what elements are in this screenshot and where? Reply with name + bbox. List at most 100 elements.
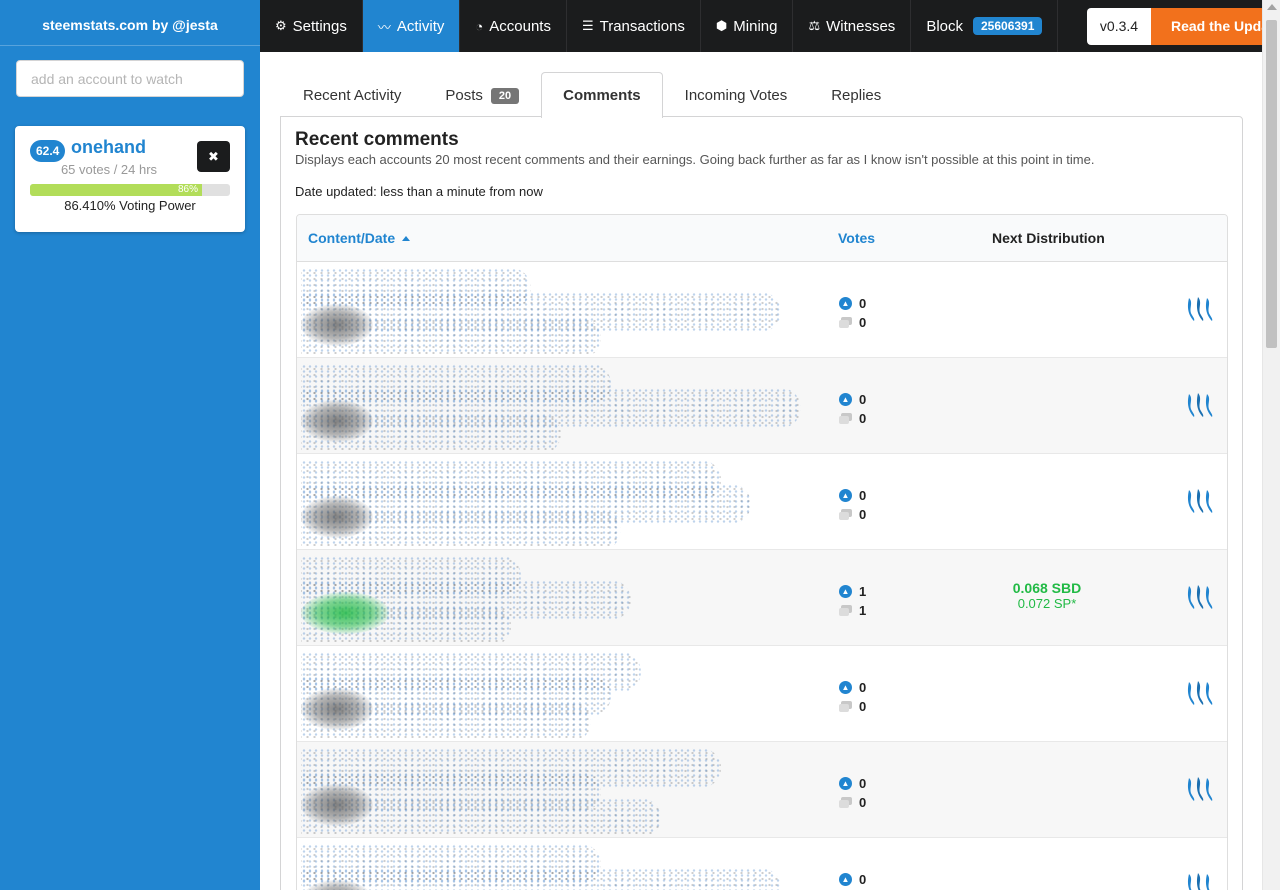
watch-account-input[interactable] [16, 60, 244, 97]
remove-account-button[interactable]: ✖ [197, 141, 230, 172]
feed-icon: 〰 [377, 19, 391, 35]
comments-table: Content/Date Votes Next Distribution ▲ 0 0… [296, 214, 1228, 890]
table-row[interactable]: ▲00 [297, 838, 1227, 890]
nav-label: Transactions [599, 17, 685, 35]
tab-label: Incoming Votes [684, 87, 788, 104]
nav-block[interactable]: Block 25606391 [911, 0, 1059, 52]
voting-power-text: 86.410% Voting Power [64, 198, 196, 213]
panel-description: Displays each accounts 20 most recent co… [295, 152, 1095, 167]
table-row[interactable]: ▲00 [297, 262, 1227, 358]
vote-count: 0 [859, 872, 867, 887]
votes-cell: ▲00 [839, 390, 866, 428]
tab-recent-activity[interactable]: Recent Activity [281, 72, 423, 117]
page-title: Recent comments [295, 129, 459, 150]
read-updates-button[interactable]: Read the Updates [1151, 8, 1262, 45]
votes-cell: ▲00 [839, 294, 866, 332]
vote-count: 0 [859, 680, 867, 695]
table-row[interactable]: ▲ 1 1 0.068 SBD 0.072 SP* [297, 550, 1227, 646]
redacted-content [301, 458, 816, 546]
vote-count: 0 [859, 392, 867, 407]
vote-count: 0 [859, 776, 867, 791]
steem-link-icon[interactable] [1186, 487, 1216, 515]
redacted-content [301, 266, 816, 354]
comment-count: 0 [859, 315, 867, 330]
table-row[interactable]: ▲00 [297, 454, 1227, 550]
steem-link-icon[interactable] [1186, 871, 1216, 890]
upvote-icon: ▲ [839, 489, 852, 502]
comments-icon [839, 509, 852, 520]
pie-chart-icon: ◔ [475, 18, 484, 34]
votes-column-header[interactable]: Votes [838, 215, 875, 262]
posts-count-badge: 20 [490, 88, 520, 104]
activity-tabs: Recent Activity Posts 20 Comments Incomin… [281, 72, 903, 118]
steem-link-icon[interactable] [1186, 583, 1216, 611]
payout-sbd: 0.068 SBD [1012, 580, 1082, 596]
comments-icon [839, 413, 852, 424]
comment-count: 0 [859, 699, 867, 714]
distribution-cell: 0.068 SBD 0.072 SP* [947, 580, 1147, 611]
redacted-avatar [301, 592, 389, 634]
redacted-avatar [301, 304, 373, 346]
tab-label: Comments [563, 87, 641, 104]
nav-transactions[interactable]: ☰ Transactions [567, 0, 701, 52]
redacted-avatar [301, 688, 373, 730]
page-scrollbar[interactable] [1262, 0, 1280, 890]
votes-cell: ▲ 1 1 [839, 582, 866, 620]
nav-accounts[interactable]: ◔ Accounts [460, 0, 567, 52]
redacted-content [301, 650, 816, 738]
tab-incoming-votes[interactable]: Incoming Votes [663, 72, 810, 117]
cube-icon: ⬢ [715, 18, 728, 33]
tab-label: Replies [831, 87, 882, 104]
brand-title[interactable]: steemstats.com by @jesta [0, 0, 260, 46]
tab-replies[interactable]: Replies [809, 72, 903, 117]
voting-power-fill: 86% [30, 184, 202, 196]
redacted-avatar [301, 496, 373, 538]
content-date-column-header[interactable]: Content/Date [308, 215, 411, 262]
account-card: 62.4 onehand 65 votes / 24 hrs ✖ 86% 86.… [15, 126, 245, 232]
redacted-line [301, 868, 781, 890]
steem-link-icon[interactable] [1186, 679, 1216, 707]
table-row[interactable]: ▲00 [297, 358, 1227, 454]
tab-label: Recent Activity [303, 87, 402, 104]
steem-link-icon[interactable] [1186, 295, 1216, 323]
table-row[interactable]: ▲00 [297, 742, 1227, 838]
redacted-content [301, 746, 816, 834]
vote-count: 0 [859, 488, 867, 503]
nav-label: Witnesses [826, 17, 896, 35]
close-icon: ✖ [208, 149, 219, 164]
upvote-icon: ▲ [839, 873, 852, 886]
nav-witnesses[interactable]: ⚖ Witnesses [793, 0, 912, 52]
nav-label: Activity [396, 17, 445, 35]
tab-comments[interactable]: Comments [541, 72, 663, 118]
nav-label: Settings [292, 17, 347, 35]
account-votes-count: 65 votes / 24 hrs [60, 162, 158, 177]
nav-settings[interactable]: ⚙ Settings [260, 0, 363, 52]
redacted-content [301, 842, 816, 890]
nav-activity[interactable]: 〰 Activity [362, 0, 461, 52]
table-row[interactable]: ▲00 [297, 646, 1227, 742]
redacted-content [301, 554, 816, 642]
reputation-badge: 62.4 [30, 140, 66, 162]
tab-posts[interactable]: Posts 20 [423, 72, 541, 117]
nav-mining[interactable]: ⬢ Mining [701, 0, 794, 52]
sidebar: steemstats.com by @jesta 62.4 onehand 65… [0, 0, 260, 890]
gears-icon: ⚙ [275, 18, 287, 33]
upvote-icon: ▲ [839, 297, 852, 310]
nav-label: Mining [733, 17, 778, 35]
steem-link-icon[interactable] [1186, 391, 1216, 419]
balance-scale-icon: ⚖ [808, 18, 821, 33]
scroll-up-arrow-icon[interactable] [1267, 4, 1277, 10]
comment-count: 0 [859, 795, 867, 810]
vote-count: 1 [859, 584, 867, 599]
steem-link-icon[interactable] [1186, 775, 1216, 803]
scroll-thumb[interactable] [1266, 20, 1277, 348]
votes-cell: ▲00 [839, 774, 866, 812]
account-name-link[interactable]: onehand [71, 137, 146, 158]
table-header: Content/Date Votes Next Distribution [297, 215, 1227, 262]
nav-label: Accounts [489, 17, 551, 35]
comments-icon [839, 605, 852, 616]
column-label: Content/Date [308, 230, 396, 246]
votes-cell: ▲00 [839, 870, 866, 890]
comment-count: 1 [859, 603, 867, 618]
comments-panel: Recent comments Displays each accounts 2… [280, 116, 1243, 890]
